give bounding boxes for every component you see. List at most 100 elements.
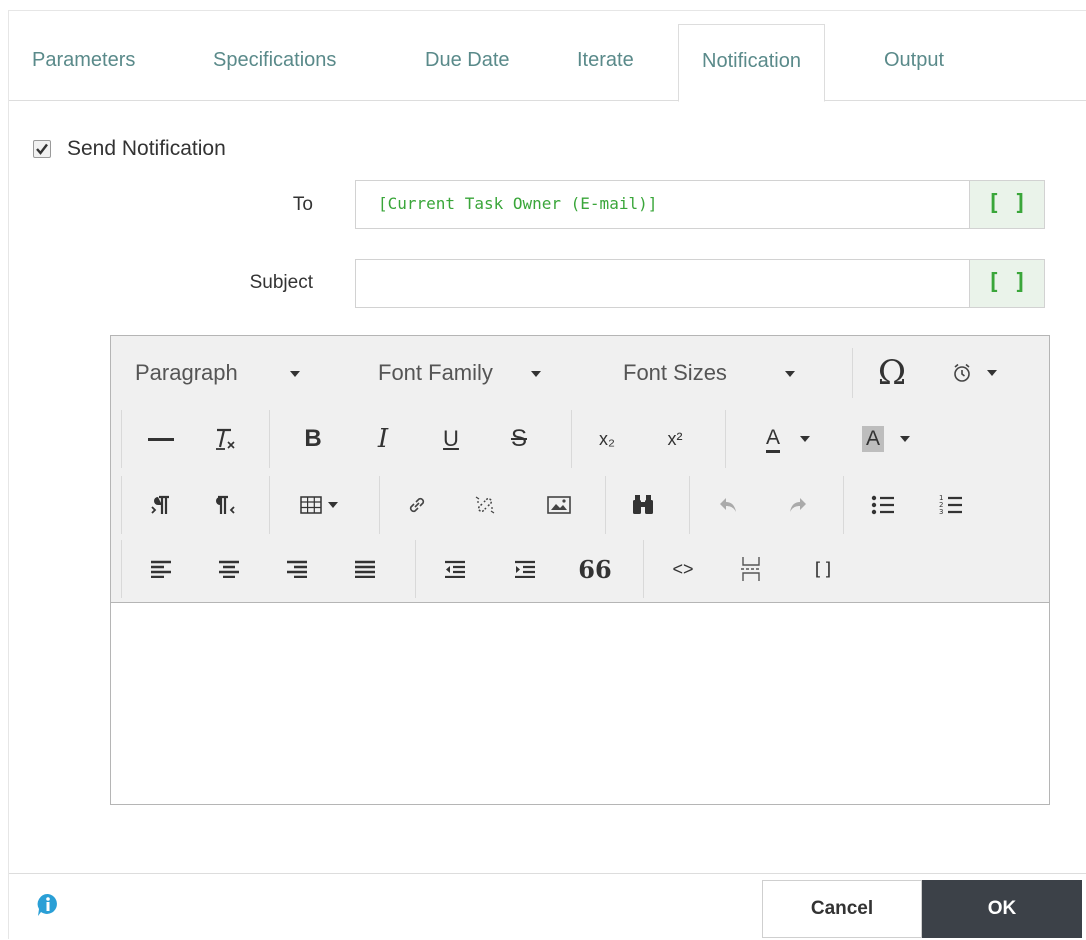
to-value: [Current Task Owner (E-mail)]	[378, 194, 658, 213]
horizontal-line-button[interactable]	[139, 406, 183, 472]
undo-button[interactable]	[707, 472, 751, 538]
align-left-button[interactable]	[139, 536, 183, 602]
underline-icon: U	[443, 426, 459, 451]
numbered-list-button[interactable]: 123	[929, 472, 973, 538]
toolbar-separator	[725, 410, 726, 468]
alarm-clock-icon	[954, 363, 970, 382]
tab-specifications[interactable]: Specifications	[213, 24, 336, 100]
align-right-button[interactable]	[275, 536, 319, 602]
toolbar-separator	[643, 540, 644, 598]
toolbar-separator	[379, 476, 380, 534]
align-center-button[interactable]	[207, 536, 251, 602]
to-label: To	[292, 194, 313, 215]
cancel-button[interactable]: Cancel	[762, 880, 922, 938]
table-button[interactable]	[281, 472, 357, 538]
rich-text-editor: Paragraph Font Family Font Sizes Ω B I U…	[110, 335, 1050, 805]
subject-field[interactable]: [ ]	[355, 259, 1045, 308]
image-icon	[547, 496, 571, 514]
toolbar-row-2: B I U S x₂ x² A A	[111, 406, 1049, 472]
toolbar-separator	[415, 540, 416, 598]
ltr-button[interactable]	[139, 472, 183, 538]
tab-parameters[interactable]: Parameters	[32, 24, 135, 100]
strikethrough-icon: S	[510, 425, 527, 452]
insert-datetime-button[interactable]	[939, 340, 1009, 406]
insert-image-button[interactable]	[537, 472, 581, 538]
clear-formatting-button[interactable]	[203, 406, 247, 472]
chevron-down-icon	[800, 436, 810, 442]
info-button[interactable]	[36, 893, 60, 917]
editor-content-area[interactable]	[111, 603, 1049, 804]
tab-due-date[interactable]: Due Date	[425, 24, 510, 100]
undo-icon	[720, 498, 736, 512]
rtl-button[interactable]	[203, 472, 247, 538]
font-family-dropdown[interactable]: Font Family	[378, 340, 541, 406]
text-color-button[interactable]: A	[743, 406, 833, 472]
strikethrough-button[interactable]: S	[497, 406, 541, 472]
subscript-button[interactable]: x₂	[585, 406, 629, 472]
align-justify-button[interactable]	[343, 536, 387, 602]
bold-button[interactable]: B	[291, 406, 335, 472]
font-sizes-label: Font Sizes	[623, 360, 727, 385]
paragraph-rtl-icon	[216, 495, 235, 514]
remove-link-button[interactable]	[463, 472, 507, 538]
background-color-button[interactable]: A	[841, 406, 931, 472]
outdent-button[interactable]	[433, 536, 477, 602]
find-replace-button[interactable]	[621, 472, 665, 538]
font-sizes-dropdown[interactable]: Font Sizes	[623, 340, 795, 406]
chevron-down-icon	[289, 371, 300, 378]
tab-iterate[interactable]: Iterate	[577, 24, 634, 100]
send-notification-label: Send Notification	[67, 137, 226, 160]
tab-output[interactable]: Output	[884, 24, 944, 100]
blockquote-button[interactable]: 66	[573, 536, 617, 602]
editor-toolbar: Paragraph Font Family Font Sizes Ω B I U…	[111, 336, 1049, 603]
page-break-icon	[741, 557, 761, 581]
align-right-icon	[287, 560, 307, 578]
indent-icon	[515, 560, 535, 578]
bold-icon: B	[304, 425, 322, 452]
toolbar-separator	[269, 476, 270, 534]
underline-button[interactable]: U	[429, 406, 473, 472]
special-character-button[interactable]: Ω	[867, 340, 917, 406]
page-break-button[interactable]	[729, 536, 773, 602]
brackets-icon: []	[812, 558, 834, 580]
indent-button[interactable]	[503, 536, 547, 602]
chevron-down-icon	[900, 436, 910, 442]
horizontal-line-icon	[148, 438, 174, 441]
unlink-icon	[475, 496, 495, 514]
toolbar-separator	[571, 410, 572, 468]
table-icon	[300, 496, 322, 514]
numbered-list-icon: 123	[939, 494, 962, 516]
bullet-list-button[interactable]	[861, 472, 905, 538]
chevron-down-icon	[784, 371, 795, 378]
subscript-icon: x₂	[599, 428, 615, 449]
align-left-icon	[151, 560, 171, 578]
binoculars-icon	[633, 495, 653, 514]
tab-bar: Parameters Specifications Due Date Itera…	[9, 24, 1086, 102]
italic-button[interactable]: I	[361, 406, 405, 472]
redo-button[interactable]	[775, 472, 819, 538]
chevron-down-icon	[530, 371, 541, 378]
chevron-down-icon	[987, 370, 997, 376]
toolbar-separator	[269, 410, 270, 468]
toolbar-separator	[689, 476, 690, 534]
subject-label: Subject	[249, 272, 313, 293]
paragraph-dropdown[interactable]: Paragraph	[135, 340, 300, 406]
source-code-button[interactable]: <>	[661, 536, 705, 602]
clear-formatting-icon	[216, 428, 235, 450]
subject-insert-placeholder-button[interactable]: [ ]	[969, 260, 1044, 307]
insert-link-button[interactable]	[395, 472, 439, 538]
send-notification-checkbox[interactable]	[33, 140, 51, 158]
toolbar-separator	[121, 410, 122, 468]
toolbar-separator	[121, 540, 122, 598]
info-icon	[37, 893, 57, 916]
to-insert-placeholder-button[interactable]: [ ]	[969, 181, 1044, 228]
insert-placeholder-button[interactable]: []	[801, 536, 845, 602]
svg-text:3: 3	[939, 508, 943, 516]
toolbar-separator	[121, 476, 122, 534]
tab-notification[interactable]: Notification	[678, 24, 825, 102]
ok-button[interactable]: OK	[922, 880, 1082, 938]
quote-icon: 66	[578, 554, 612, 584]
align-justify-icon	[355, 560, 375, 578]
to-field[interactable]: [Current Task Owner (E-mail)] [ ]	[355, 180, 1045, 229]
superscript-button[interactable]: x²	[653, 406, 697, 472]
